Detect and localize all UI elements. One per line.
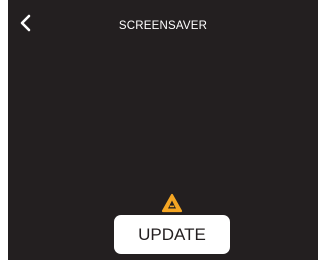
update-button[interactable]: UPDATE xyxy=(114,215,230,254)
screensaver-screen: SCREENSAVER UPDATE xyxy=(8,0,318,260)
page-title: SCREENSAVER xyxy=(118,20,208,32)
warning-triangle-icon xyxy=(161,193,183,213)
